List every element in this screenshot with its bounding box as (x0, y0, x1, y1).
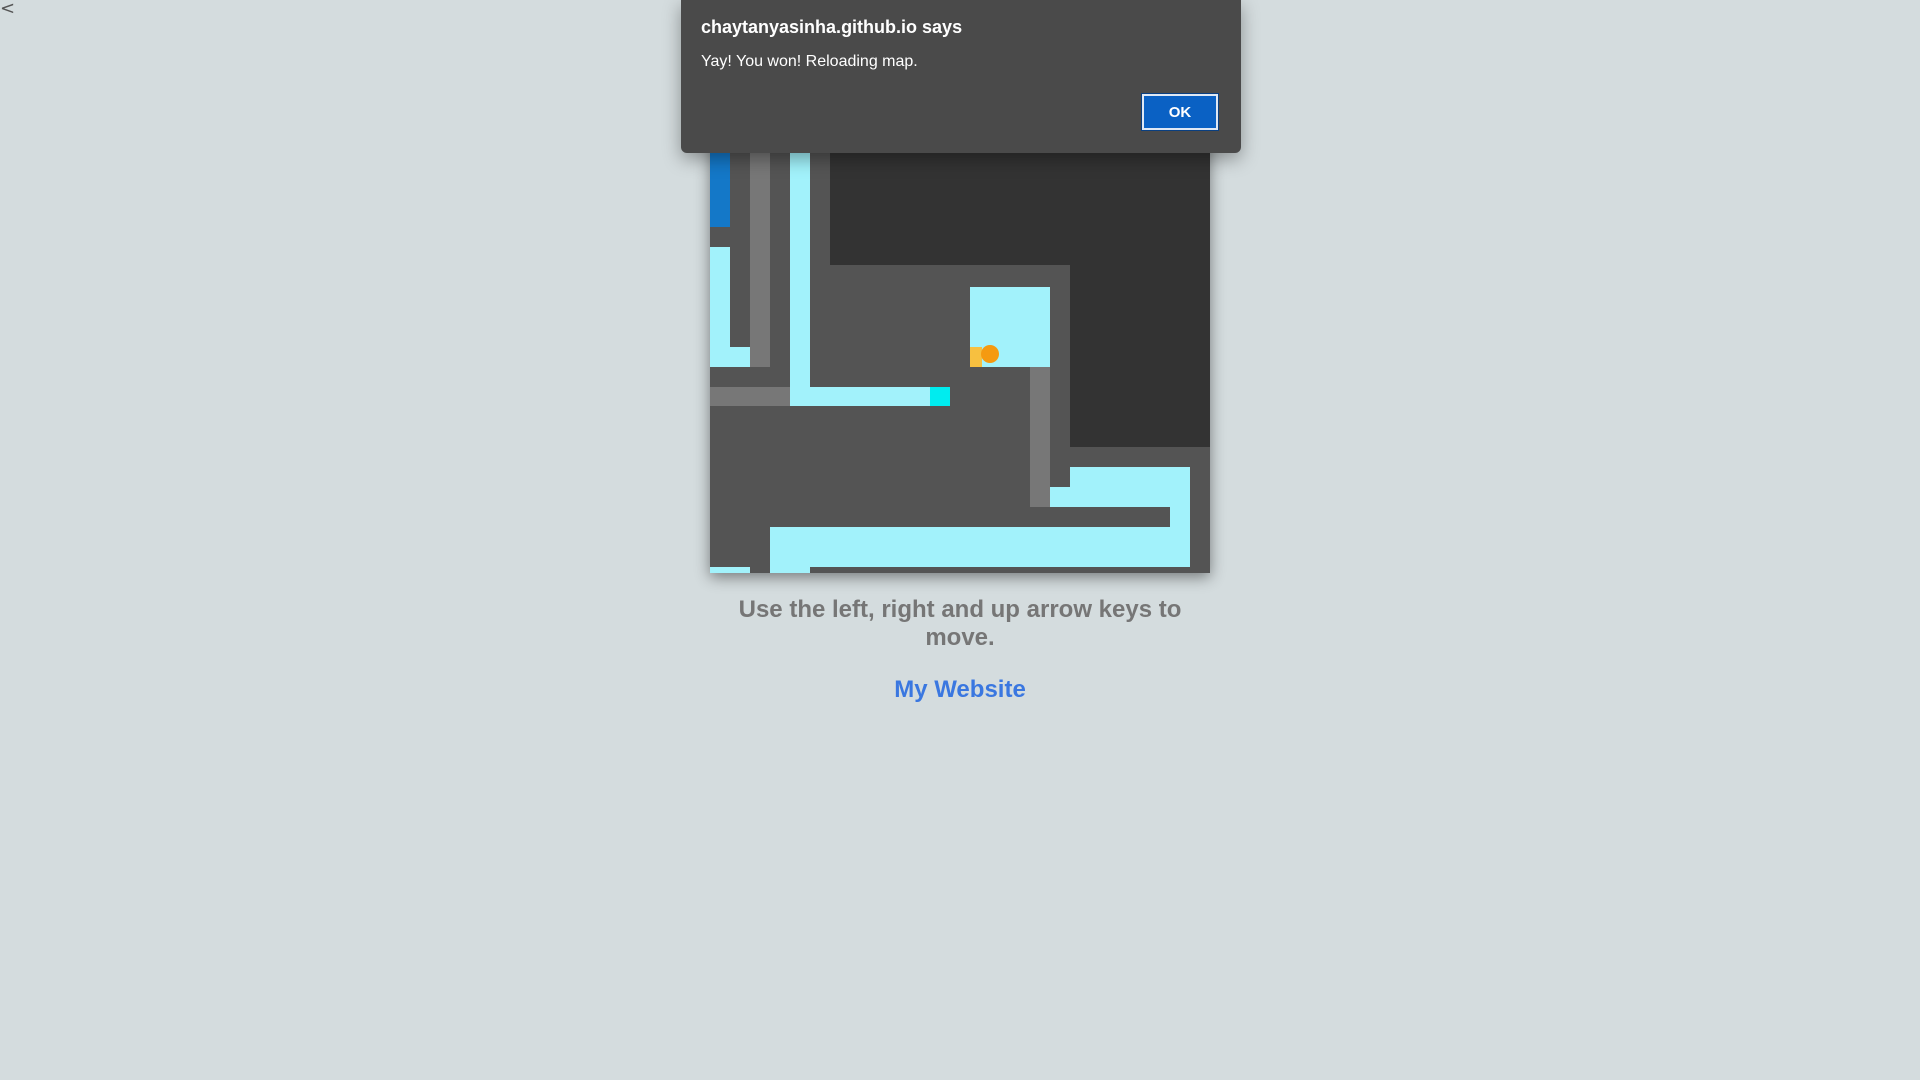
path-tile (1070, 467, 1190, 487)
path-tile (710, 347, 750, 367)
wall (1030, 367, 1050, 507)
dark-zone (830, 153, 1210, 265)
ok-button[interactable]: OK (1141, 93, 1219, 131)
path-tile (710, 567, 750, 573)
path-tile (790, 153, 810, 406)
path-tile (770, 567, 810, 573)
path-tile (1050, 487, 1190, 507)
player-ball (981, 345, 999, 363)
goal-tile (930, 387, 950, 406)
start-marker (710, 153, 730, 227)
back-arrow-icon[interactable]: < (0, 0, 15, 20)
path-tile (770, 527, 1190, 567)
player-trail (970, 347, 982, 367)
my-website-link[interactable]: My Website (710, 676, 1210, 704)
wall (750, 153, 770, 367)
wall (710, 387, 790, 406)
dark-zone (1070, 265, 1210, 447)
path-tile (790, 387, 930, 406)
alert-dialog: chaytanyasinha.github.io says Yay! You w… (681, 0, 1241, 153)
dialog-title: chaytanyasinha.github.io says (701, 17, 963, 37)
instructions-text: Use the left, right and up arrow keys to… (738, 596, 1182, 651)
dialog-message: Yay! You won! Reloading map. (701, 53, 918, 70)
